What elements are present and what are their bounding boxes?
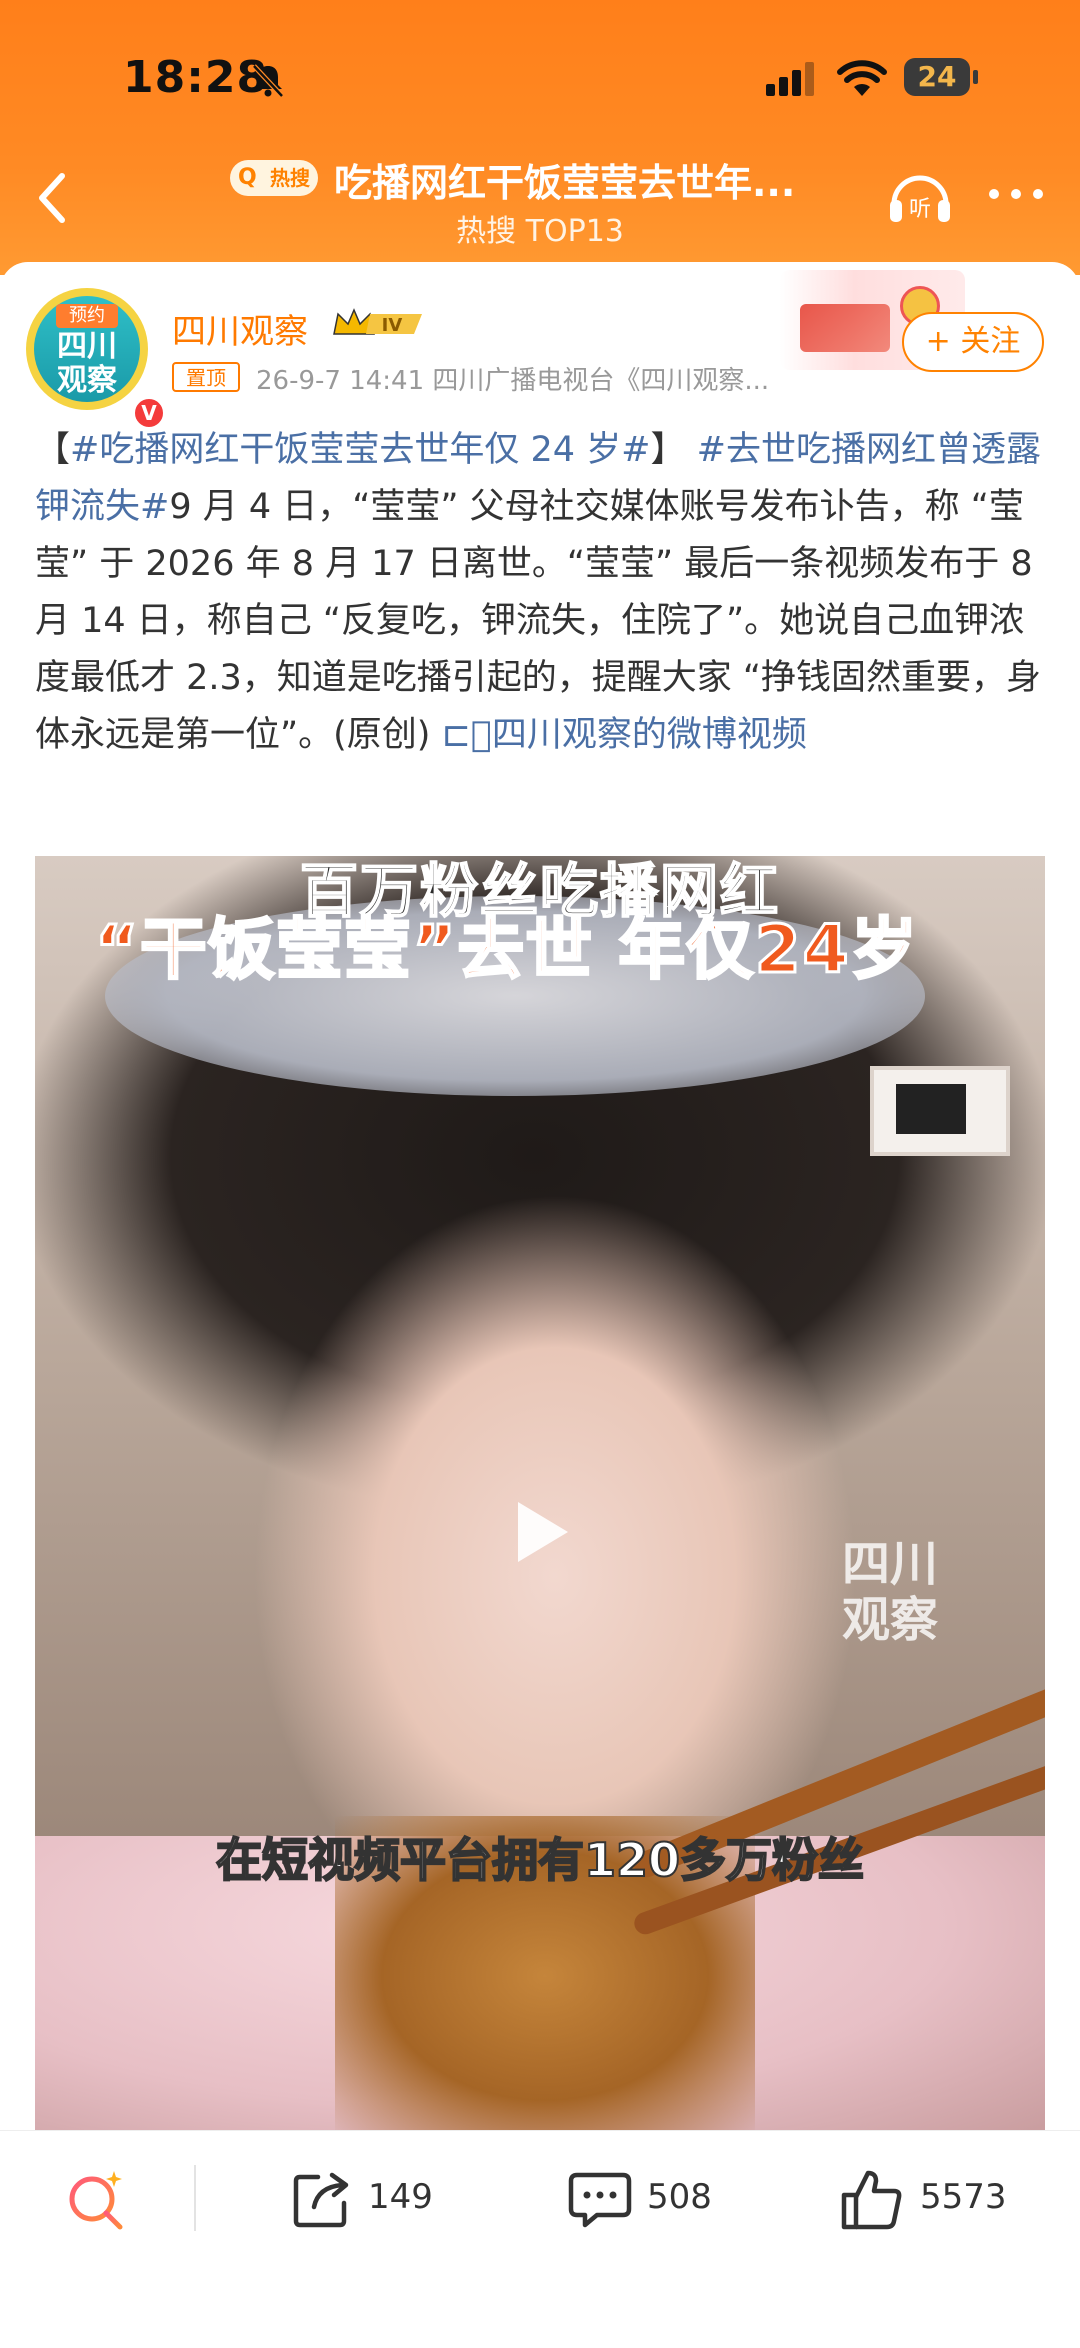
comment-icon xyxy=(568,2172,632,2228)
comment-button[interactable]: 508 xyxy=(567,2167,727,2231)
avatar-reserve-tag: 预约 xyxy=(56,304,118,328)
post-content: 【#吃播网红干饭莹莹去世年仅 24 岁#】 #去世吃播网红曾透露钾流失#9 月 … xyxy=(35,422,1050,764)
listen-headphones-icon[interactable]: 听 xyxy=(884,164,956,228)
hot-search-badge: Q 热搜 xyxy=(230,160,318,196)
battery-level: 24 xyxy=(904,58,970,96)
post-card: 预约 四川 观察 V 四川观察 IV 置顶 26-9-7 14:41 四川广播电… xyxy=(0,262,1080,2347)
like-count: 5573 xyxy=(920,2177,1007,2217)
avatar-image: 预约 四川 观察 xyxy=(34,296,140,402)
signal-icon xyxy=(766,62,814,96)
video-source-link[interactable]: 四川观察的微博视频 xyxy=(492,715,807,755)
repost-count: 149 xyxy=(368,2177,433,2217)
nav-bar: Q 热搜 吃播网红干饭莹莹去世年... 热搜 TOP13 听 xyxy=(0,150,1080,260)
pinned-badge: 置顶 xyxy=(172,362,240,392)
bracket-open: 【 xyxy=(35,430,71,470)
post-meta: 26-9-7 14:41 四川广播电视台《四川观察... xyxy=(256,366,770,396)
bracket-close: 】 xyxy=(650,430,686,470)
thumbs-up-icon xyxy=(841,2170,902,2230)
video-subtitle: 在短视频平台拥有120多万粉丝 xyxy=(215,1832,865,1888)
like-button[interactable]: 5573 xyxy=(838,2167,1018,2231)
bottom-action-bar: 149 508 5573 xyxy=(0,2130,1080,2348)
avatar-logo-text: 四川 观察 xyxy=(57,329,117,398)
video-wall-device xyxy=(870,1066,1010,1156)
search-icon: Q xyxy=(238,165,257,190)
hashtag-link-1[interactable]: #吃播网红干饭莹莹去世年仅 24 岁# xyxy=(70,430,650,470)
status-time: 18:28 xyxy=(123,52,269,103)
page-title: 吃播网红干饭莹莹去世年... xyxy=(334,161,796,205)
video-link-icon[interactable]: ⊏⃞ xyxy=(442,715,492,755)
status-bar: 18:28 24 xyxy=(0,0,1080,150)
flag-decoration xyxy=(800,304,890,352)
battery-indicator: 24 xyxy=(904,58,980,98)
more-options-icon[interactable] xyxy=(986,184,1046,204)
follow-button[interactable]: + 关注 xyxy=(902,312,1044,372)
action-divider xyxy=(194,2165,196,2231)
hot-search-label: 热搜 xyxy=(270,166,310,190)
battery-cap xyxy=(973,70,978,84)
bell-muted-icon xyxy=(252,64,284,98)
author-name[interactable]: 四川观察 xyxy=(172,304,308,353)
repost-icon xyxy=(293,2172,349,2228)
ai-search-icon[interactable] xyxy=(64,2167,130,2233)
comment-count: 508 xyxy=(647,2177,712,2217)
play-icon[interactable] xyxy=(510,1496,574,1568)
video-caption-line2: “干饭莹莹”去世 年仅24岁 xyxy=(94,910,919,990)
wifi-icon xyxy=(837,60,887,96)
video-player[interactable]: 百万粉丝吃播网红 “干饭莹莹”去世 年仅24岁 四川 观察 在短视频平台拥有12… xyxy=(35,856,1045,2136)
wall-device-screen xyxy=(896,1084,966,1134)
crown-level-icon: IV xyxy=(333,308,422,336)
video-watermark: 四川 观察 xyxy=(841,1536,938,1648)
level-text: IV xyxy=(382,315,403,336)
svg-text:听: 听 xyxy=(909,197,931,222)
repost-button[interactable]: 149 xyxy=(290,2167,433,2231)
author-avatar[interactable]: 预约 四川 观察 V xyxy=(26,288,166,430)
